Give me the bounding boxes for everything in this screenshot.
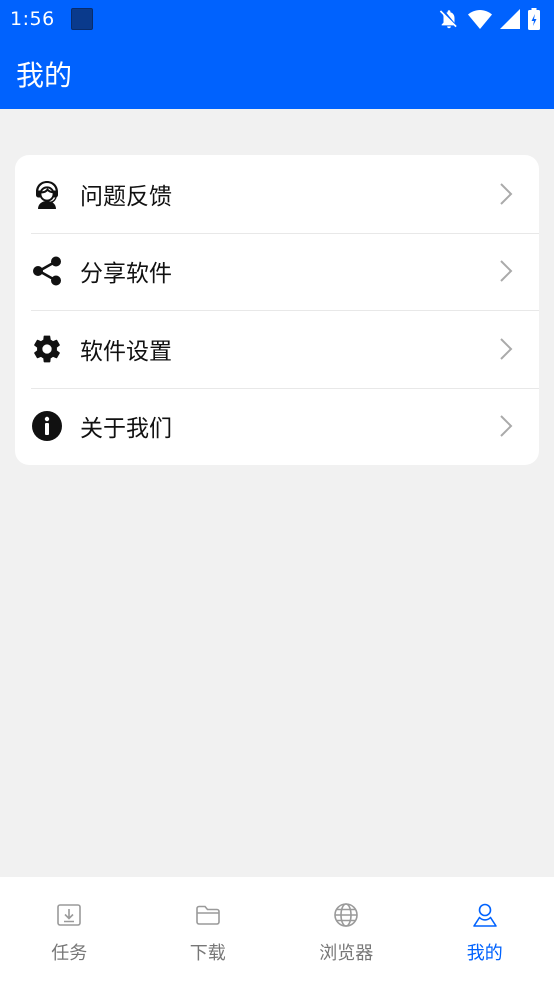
info-icon	[31, 410, 63, 442]
gear-icon	[31, 333, 63, 365]
chevron-right-icon	[500, 338, 513, 360]
bottom-nav: 任务 下载 浏览器 我的	[0, 877, 554, 985]
menu-item-about[interactable]: 关于我们	[15, 387, 539, 466]
nav-tab-browser[interactable]: 浏览器	[277, 877, 416, 985]
app-notification-icon	[70, 8, 93, 30]
bell-off-icon	[439, 10, 457, 29]
globe-icon	[334, 903, 359, 927]
signal-icon	[500, 9, 520, 29]
menu-item-label: 关于我们	[80, 416, 172, 443]
nav-tab-mine[interactable]: 我的	[416, 877, 554, 985]
nav-tab-downloads[interactable]: 下载	[139, 877, 278, 985]
chevron-right-icon	[500, 415, 513, 437]
status-bar: 1:56	[0, 0, 554, 38]
menu-item-label: 分享软件	[80, 261, 172, 288]
page-title: 我的	[16, 58, 73, 92]
share-icon	[31, 255, 63, 287]
nav-label: 浏览器	[319, 943, 374, 964]
download-tray-icon	[57, 904, 82, 926]
nav-label: 任务	[51, 943, 88, 964]
wifi-icon	[468, 10, 492, 29]
menu-item-feedback[interactable]: 问题反馈	[15, 155, 539, 233]
menu-item-settings[interactable]: 软件设置	[15, 310, 539, 388]
app-bar: 我的	[0, 38, 554, 109]
chevron-right-icon	[500, 260, 513, 282]
nav-label: 我的	[466, 943, 503, 964]
chevron-right-icon	[500, 183, 513, 205]
headset-icon	[31, 178, 63, 210]
user-icon	[472, 903, 497, 927]
nav-tab-tasks[interactable]: 任务	[0, 877, 139, 985]
status-icons	[438, 8, 540, 30]
folder-icon	[195, 905, 220, 925]
menu-card: 问题反馈 分享软件 软件设置 关于我们	[15, 155, 539, 465]
menu-item-label: 软件设置	[80, 338, 172, 365]
nav-label: 下载	[189, 943, 226, 964]
status-time: 1:56	[10, 8, 55, 30]
menu-item-label: 问题反馈	[80, 183, 172, 210]
menu-item-share[interactable]: 分享软件	[15, 232, 539, 311]
battery-icon	[528, 8, 540, 30]
